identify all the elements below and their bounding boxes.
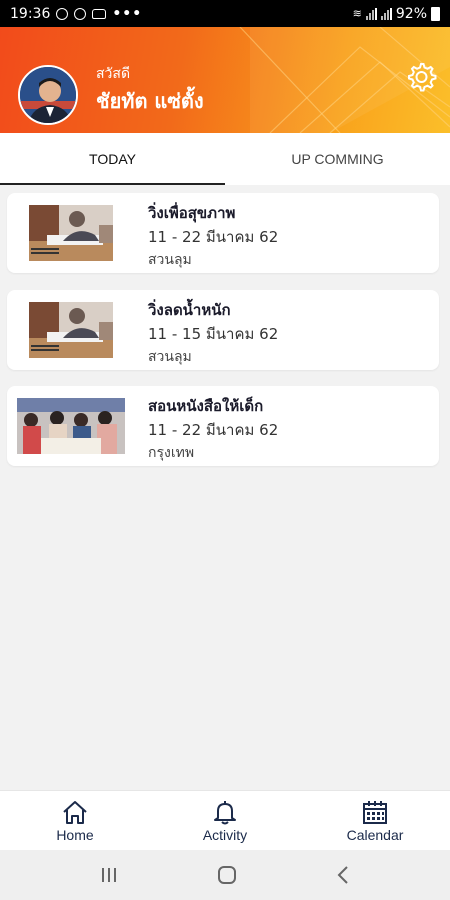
activity-date: 11 - 22 มีนาคม 62 <box>148 228 279 246</box>
settings-button[interactable] <box>404 60 438 94</box>
nav-activity[interactable]: Activity <box>150 791 300 850</box>
user-name: ชัยทัต แซ่ตั้ง <box>96 89 204 113</box>
recent-apps-icon[interactable] <box>99 866 119 884</box>
nav-calendar-label: Calendar <box>346 826 404 843</box>
activity-info: สอนหนังสือให้เด็ก 11 - 22 มีนาคม 62 กรุง… <box>148 394 278 464</box>
car-icon <box>92 8 107 19</box>
activity-info: วิ่งเพื่อสุขภาพ 11 - 22 มีนาคม 62 สวนลุม <box>148 201 278 271</box>
calendar-icon <box>363 800 387 824</box>
avatar[interactable] <box>18 65 78 125</box>
gear-icon <box>408 63 437 92</box>
wifi-icon: ≋ <box>352 7 362 20</box>
activity-location: สวนลุม <box>148 252 192 268</box>
more-notifications: ••• <box>112 5 143 22</box>
activity-title: สอนหนังสือให้เด็ก <box>148 397 264 415</box>
activity-title: วิ่งเพื่อสุขภาพ <box>148 204 236 222</box>
activity-image <box>29 302 113 358</box>
signal-icon-2 <box>380 7 392 20</box>
bell-icon <box>214 800 236 824</box>
activity-date: 11 - 15 มีนาคม 62 <box>148 325 279 343</box>
battery-percent: 92% <box>395 5 427 22</box>
battery-icon <box>431 6 440 21</box>
bottom-nav: Home Activity Calendar <box>0 790 450 850</box>
back-icon[interactable] <box>335 865 351 885</box>
nav-home[interactable]: Home <box>0 791 150 850</box>
home-system-icon[interactable] <box>216 864 238 886</box>
activity-location: สวนลุม <box>148 349 192 365</box>
status-time: 19:36 <box>10 5 51 22</box>
nav-calendar[interactable]: Calendar <box>300 791 450 850</box>
list-item[interactable]: วิ่งลดน้ำหนัก 11 - 15 มีนาคม 62 สวนลุม <box>7 290 439 370</box>
system-nav-bar <box>0 850 450 900</box>
pinterest-icon <box>74 7 87 20</box>
nav-activity-label: Activity <box>202 826 248 843</box>
tab-today[interactable]: TODAY <box>0 133 225 185</box>
list-item[interactable]: วิ่งเพื่อสุขภาพ 11 - 22 มีนาคม 62 สวนลุม <box>7 193 439 273</box>
activity-location: กรุงเทพ <box>148 445 195 461</box>
tab-bar: TODAY UP COMMING <box>0 133 450 185</box>
signal-icon <box>365 7 377 20</box>
tab-upcoming[interactable]: UP COMMING <box>225 133 450 185</box>
notification-icon <box>56 7 69 20</box>
list-item[interactable]: สอนหนังสือให้เด็ก 11 - 22 มีนาคม 62 กรุง… <box>7 386 439 466</box>
profile-header: สวัสดี ชัยทัต แซ่ตั้ง <box>0 27 450 133</box>
greeting-text: สวัสดี <box>96 66 131 82</box>
activity-date: 11 - 22 มีนาคม 62 <box>148 421 279 439</box>
status-bar: 19:36 ••• ≋ 92% <box>0 0 450 27</box>
activity-title: วิ่งลดน้ำหนัก <box>148 301 231 319</box>
activity-info: วิ่งลดน้ำหนัก 11 - 15 มีนาคม 62 สวนลุม <box>148 298 278 368</box>
activity-image <box>17 398 125 454</box>
nav-home-label: Home <box>56 826 94 843</box>
activity-image <box>29 205 113 261</box>
home-icon <box>63 800 87 824</box>
